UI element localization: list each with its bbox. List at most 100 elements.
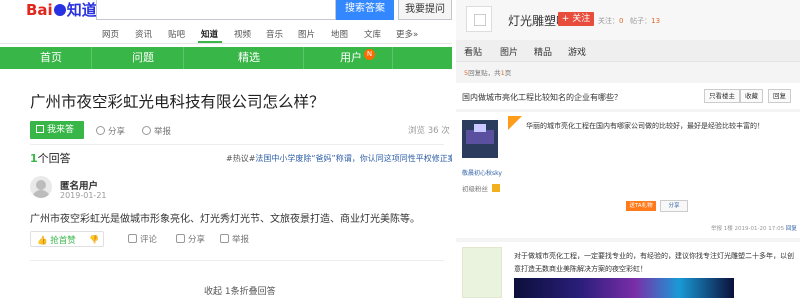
answer-count: 1个回答 bbox=[30, 150, 71, 166]
share-link-2[interactable]: 分享 bbox=[176, 233, 205, 245]
post-content: 华丽的城市亮化工程在国内有哪家公司做的比较好，最好是经验比较丰富的！ bbox=[526, 122, 764, 130]
post-user-level: 初级粉丝 bbox=[462, 183, 500, 193]
dislike-icon[interactable]: 👎 bbox=[89, 235, 99, 244]
tieba-tabs: 看贴 图片 精品 游戏 bbox=[456, 40, 800, 62]
post-count: 13 bbox=[651, 17, 661, 25]
like-label-text: 抢首赞 bbox=[50, 236, 76, 246]
nav-users[interactable]: 用户 N bbox=[340, 47, 375, 69]
ask-question-button[interactable]: 我要提问 bbox=[398, 0, 452, 20]
subnav-item-video[interactable]: 视频 bbox=[234, 28, 251, 40]
favorite-button[interactable]: 收藏 bbox=[740, 89, 763, 103]
post-count-label: 帖子： bbox=[630, 17, 652, 25]
search-answer-button[interactable]: 搜索答案 bbox=[336, 0, 394, 20]
corner-ribbon-icon bbox=[508, 116, 522, 130]
report-link[interactable]: 举报 bbox=[142, 125, 171, 137]
subnav-item-tieba[interactable]: 贴吧 bbox=[168, 28, 185, 40]
divider bbox=[30, 144, 444, 145]
share-label: 分享 bbox=[108, 127, 126, 137]
share-link[interactable]: 分享 bbox=[96, 125, 125, 137]
divider bbox=[30, 260, 444, 261]
subnav-item-more[interactable]: 更多» bbox=[396, 28, 418, 40]
comment-icon bbox=[128, 234, 137, 243]
tieba-avatar-icon[interactable] bbox=[466, 6, 492, 32]
follow-count: 0 bbox=[619, 17, 624, 25]
post-share-button[interactable]: 分享 bbox=[660, 200, 688, 212]
comment-link[interactable]: 评论 bbox=[128, 233, 157, 245]
answer-count-label: 个回答 bbox=[37, 152, 71, 165]
subnav-item-map[interactable]: 地图 bbox=[331, 28, 348, 40]
share-icon bbox=[176, 234, 185, 243]
tab-games[interactable]: 游戏 bbox=[568, 45, 586, 58]
send-gift-button[interactable]: 送TA礼物 bbox=[626, 201, 656, 211]
like-button[interactable]: 👍 抢首赞 👎 bbox=[30, 231, 104, 247]
post-user-avatar[interactable] bbox=[462, 120, 498, 158]
nav-featured[interactable]: 精选 bbox=[238, 47, 260, 69]
report-icon bbox=[220, 234, 229, 243]
avatar-head bbox=[36, 180, 46, 190]
view-count: 浏览 36 次 bbox=[408, 126, 450, 136]
post2-image[interactable] bbox=[514, 278, 734, 298]
baidu-zhidao-logo[interactable]: Bai 知道 bbox=[26, 0, 97, 20]
subnav-active-underline bbox=[198, 41, 222, 43]
like-label: 👍 抢首赞 bbox=[37, 236, 76, 246]
thread-title: 国内做城市亮化工程比较知名的企业有哪些？ bbox=[462, 93, 622, 102]
report-label: 举报 bbox=[154, 127, 172, 137]
post2-line-1: 对于做城市亮化工程，一定要找专业的，有经验的，建议你找专注灯光雕塑二十多年，以创 bbox=[514, 252, 794, 260]
pen-icon bbox=[36, 125, 44, 133]
answer-button[interactable]: 我来答 bbox=[30, 121, 84, 139]
post-floor-time: 1楼 2019-01-20 17:05 bbox=[723, 226, 785, 232]
reply-button[interactable]: 回复 bbox=[768, 89, 791, 103]
answer-button-label: 我来答 bbox=[47, 125, 75, 135]
subnav-item-news[interactable]: 资讯 bbox=[135, 28, 152, 40]
subnav-item-zhidao[interactable]: 知道 bbox=[201, 28, 218, 40]
page-count-label: 页 bbox=[504, 69, 512, 77]
share-label-2: 分享 bbox=[188, 235, 206, 245]
share-icon bbox=[96, 126, 105, 135]
avatar-stage bbox=[466, 130, 494, 144]
nav-divider bbox=[183, 47, 184, 69]
report-label-2: 举报 bbox=[232, 235, 250, 245]
post-meta: 举报 1楼 2019-01-20 17:05 回复 bbox=[711, 224, 797, 232]
collapsed-answers-toggle[interactable]: 收起 1条折叠回答 bbox=[204, 284, 276, 297]
follow-count-label: 关注： bbox=[598, 17, 619, 25]
question-title: 广州市夜空彩虹光电科技有限公司怎么样？ bbox=[30, 93, 325, 111]
tieba-header: 灯光雕塑吧 + 关注 关注：0 帖子：13 bbox=[456, 0, 800, 40]
avatar-body bbox=[32, 190, 50, 198]
subnav-item-image[interactable]: 图片 bbox=[298, 28, 315, 40]
paw-icon bbox=[53, 4, 66, 16]
report-link-2[interactable]: 举报 bbox=[220, 233, 249, 245]
nav-questions[interactable]: 问题 bbox=[132, 47, 154, 69]
nav-divider bbox=[392, 47, 393, 69]
answer-count-number: 1 bbox=[30, 152, 38, 165]
screenshot-root: Bai 知道 搜索答案 我要提问 网页 资讯 贴吧 知道 视频 音乐 图片 地图… bbox=[0, 0, 800, 298]
post-report-link[interactable]: 举报 bbox=[711, 226, 722, 232]
reply-count-label: 回复贴，共 bbox=[468, 69, 501, 77]
reply-summary: 5回复贴，共1页 bbox=[464, 67, 511, 77]
subnav-item-wenku[interactable]: 文库 bbox=[364, 28, 381, 40]
nav-users-label: 用户 bbox=[340, 51, 362, 64]
follow-button[interactable]: + 关注 bbox=[558, 12, 594, 26]
post-reply-link[interactable]: 回复 bbox=[786, 226, 797, 232]
only-op-button[interactable]: 只看楼主 bbox=[704, 89, 740, 103]
post-user-level-label: 初级粉丝 bbox=[462, 185, 488, 193]
nav-divider bbox=[91, 47, 92, 69]
hot-topic[interactable]: #热议#法国中小学废除“爸妈”称谓，你认同这项同性平权修正案吗？ bbox=[226, 153, 452, 164]
subnav-item-web[interactable]: 网页 bbox=[102, 28, 119, 40]
hot-topic-tag: #热议# bbox=[226, 154, 256, 163]
tab-featured[interactable]: 精品 bbox=[534, 45, 552, 58]
zhidao-panel: Bai 知道 搜索答案 我要提问 网页 资讯 贴吧 知道 视频 音乐 图片 地图… bbox=[0, 0, 452, 298]
new-badge: N bbox=[364, 49, 375, 60]
nav-home[interactable]: 首页 bbox=[40, 47, 62, 69]
logo-text-bai: Bai bbox=[26, 0, 53, 19]
answerer-name: 匿名用户 bbox=[60, 181, 99, 192]
hot-topic-link[interactable]: 法国中小学废除“爸妈”称谓，你认同这项同性平权修正案吗？ bbox=[255, 154, 452, 163]
tab-posts[interactable]: 看贴 bbox=[464, 45, 482, 58]
search-input[interactable] bbox=[96, 0, 336, 20]
tieba-panel: 灯光雕塑吧 + 关注 关注：0 帖子：13 看贴 图片 精品 游戏 5回复贴，共… bbox=[456, 0, 800, 298]
post-user-name[interactable]: 敬晨初心秋sky bbox=[462, 168, 502, 177]
tab-images[interactable]: 图片 bbox=[500, 45, 518, 58]
report-icon bbox=[142, 126, 151, 135]
level-badge-icon bbox=[492, 184, 500, 192]
post2-user-avatar[interactable] bbox=[462, 247, 502, 298]
subnav-item-music[interactable]: 音乐 bbox=[266, 28, 283, 40]
